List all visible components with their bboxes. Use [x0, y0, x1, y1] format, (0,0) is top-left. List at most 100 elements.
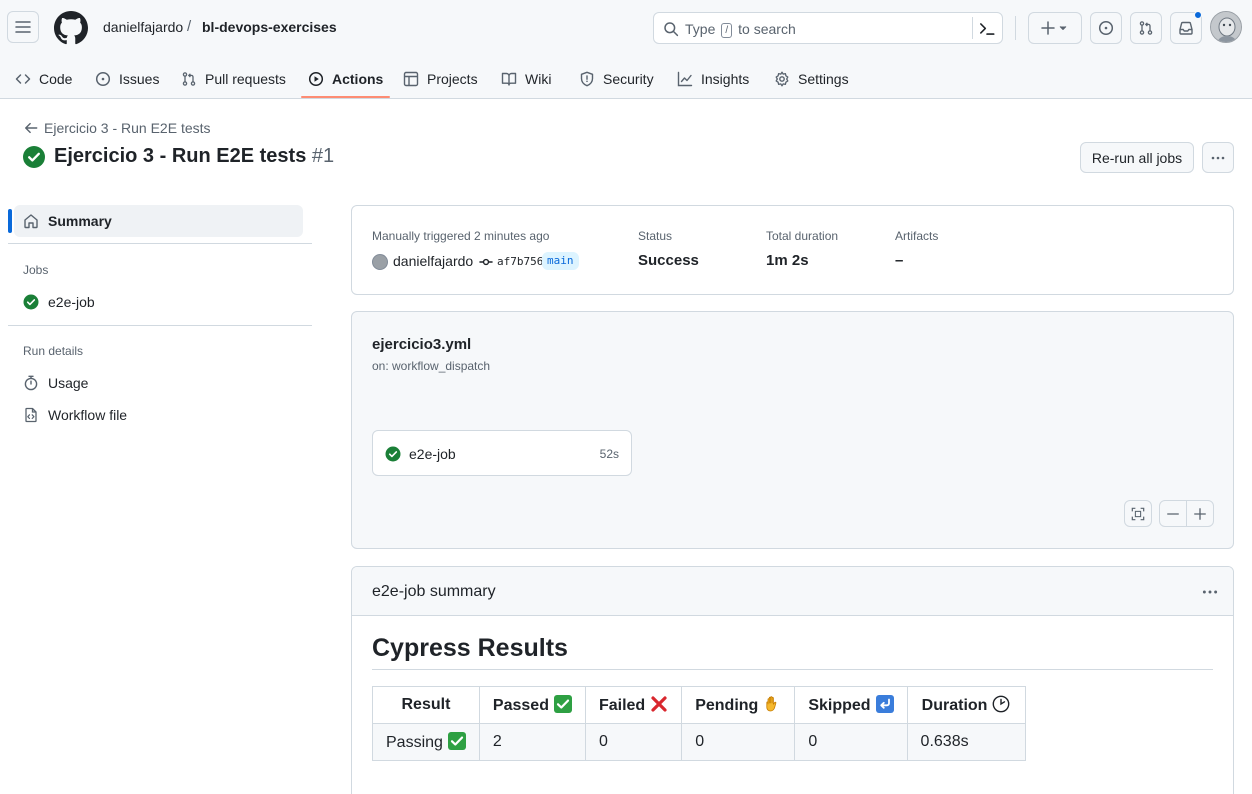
- check-mark-emoji-icon: [447, 732, 466, 750]
- branch-badge[interactable]: main: [542, 252, 579, 270]
- avatar-image-icon: [1211, 12, 1241, 42]
- commit-sha-link[interactable]: af7b756: [497, 255, 543, 268]
- table-icon: [403, 71, 419, 86]
- search-input[interactable]: Type / to search: [653, 12, 1003, 44]
- jobs-heading: Jobs: [23, 263, 49, 277]
- check-circle-fill-icon: [23, 145, 45, 168]
- tab-actions[interactable]: Actions: [308, 58, 383, 99]
- git-pull-request-icon: [1139, 21, 1153, 35]
- zoom-controls: [1159, 500, 1214, 527]
- sidebar-item-label: e2e-job: [48, 294, 95, 310]
- zoom-out-button[interactable]: [1160, 501, 1187, 526]
- return-arrow-emoji-icon: [875, 695, 894, 713]
- shield-icon: [580, 71, 594, 86]
- home-icon: [24, 214, 38, 229]
- inbox-icon: [1179, 21, 1193, 35]
- kebab-horizontal-icon: [1211, 156, 1225, 159]
- failed-cell: 0: [584, 723, 683, 761]
- repo-name-link[interactable]: bl-devops-exercises: [202, 19, 337, 35]
- column-header: Passed: [478, 686, 586, 724]
- tab-insights[interactable]: Insights: [677, 58, 749, 99]
- duration-label: Total duration: [766, 229, 839, 243]
- sidebar-item-workflow-file[interactable]: Workflow file: [14, 399, 303, 431]
- slash-key-hint: /: [721, 23, 733, 38]
- table-row: Passing 2 0 0 0 0.638s: [372, 723, 1026, 761]
- fullscreen-button[interactable]: [1124, 500, 1152, 527]
- repo-owner-link[interactable]: danielfajardo: [103, 19, 183, 35]
- column-header: Failed: [584, 686, 683, 724]
- page-title: Ejercicio 3 - Run E2E tests #1: [23, 145, 334, 168]
- gear-icon: [775, 71, 789, 86]
- tab-wiki[interactable]: Wiki: [501, 58, 551, 99]
- tab-code[interactable]: Code: [15, 58, 72, 99]
- job-card-e2e-job[interactable]: e2e-job 52s: [372, 430, 632, 476]
- book-icon: [501, 72, 517, 86]
- run-title: Ejercicio 3 - Run E2E tests #1: [54, 145, 335, 167]
- cypress-results-heading: Cypress Results: [372, 634, 568, 662]
- screen-full-icon: [1131, 507, 1145, 520]
- clock-emoji-icon: [992, 695, 1010, 713]
- tab-label: Code: [39, 70, 73, 87]
- tab-settings[interactable]: Settings: [774, 58, 849, 99]
- issue-icon: [1098, 20, 1114, 36]
- github-logo-icon[interactable]: [54, 11, 88, 45]
- header-separator: [1015, 16, 1016, 40]
- column-header: Duration: [906, 686, 1026, 724]
- sidebar-item-summary[interactable]: Summary: [14, 205, 303, 237]
- results-table: Result Passed Failed Pending Skipped Dur…: [372, 686, 1026, 761]
- sidebar-divider: [8, 325, 312, 326]
- command-palette-icon[interactable]: [978, 20, 996, 38]
- actor-link[interactable]: danielfajardo: [393, 253, 473, 269]
- tab-projects[interactable]: Projects: [403, 58, 478, 99]
- back-to-workflow-link[interactable]: Ejercicio 3 - Run E2E tests: [24, 120, 211, 136]
- job-summary-panel: e2e-job summary Cypress Results Result P…: [351, 566, 1234, 794]
- create-new-button[interactable]: [1028, 12, 1082, 44]
- sidebar-item-label: Workflow file: [48, 407, 128, 423]
- graph-icon: [677, 71, 693, 86]
- raised-hand-emoji-icon: [763, 695, 781, 713]
- pull-requests-button[interactable]: [1130, 12, 1162, 44]
- sidebar-item-label: Summary: [48, 213, 112, 229]
- back-link-label: Ejercicio 3 - Run E2E tests: [44, 120, 211, 136]
- user-avatar[interactable]: [1210, 11, 1242, 43]
- pending-cell: 0: [681, 723, 796, 761]
- workflow-file-name: ejercicio3.yml: [372, 336, 472, 353]
- rerun-all-jobs-button[interactable]: Re-run all jobs: [1080, 142, 1194, 173]
- notification-dot: [1194, 11, 1202, 19]
- status-value: Success: [638, 252, 699, 269]
- global-header: danielfajardo / bl-devops-exercises Type…: [0, 0, 1252, 99]
- skipped-cell: 0: [794, 723, 908, 761]
- workflow-graph-panel: ejercicio3.yml on: workflow_dispatch e2e…: [351, 311, 1234, 549]
- more-options-button[interactable]: [1202, 142, 1234, 173]
- tab-label: Security: [603, 70, 654, 87]
- search-placeholder: Type / to search: [685, 21, 796, 38]
- active-tab-indicator: [301, 96, 390, 98]
- duration-cell: 0.638s: [906, 723, 1026, 761]
- tab-pull-requests[interactable]: Pull requests: [181, 58, 286, 99]
- git-pull-request-icon: [182, 71, 196, 86]
- cross-mark-emoji-icon: [650, 695, 668, 713]
- trigger-label: Manually triggered 2 minutes ago: [372, 229, 550, 243]
- repo-tabs: Code Issues Pull requests Actions Projec…: [0, 58, 1252, 99]
- file-code-icon: [25, 407, 37, 423]
- issues-button[interactable]: [1090, 12, 1122, 44]
- sidebar-item-usage[interactable]: Usage: [14, 367, 303, 399]
- artifacts-value: –: [895, 252, 904, 269]
- kebab-horizontal-icon[interactable]: [1201, 583, 1219, 601]
- tab-label: Wiki: [525, 70, 552, 87]
- tab-security[interactable]: Security: [579, 58, 654, 99]
- duration-value: 1m 2s: [766, 252, 809, 269]
- zoom-in-button[interactable]: [1187, 501, 1213, 526]
- issue-opened-icon: [95, 71, 111, 86]
- sidebar-item-e2e-job[interactable]: e2e-job: [14, 286, 303, 318]
- tab-label: Actions: [332, 70, 384, 87]
- column-header: Pending: [681, 686, 796, 724]
- table-header-row: Result Passed Failed Pending Skipped Dur…: [372, 686, 1026, 724]
- tab-issues[interactable]: Issues: [95, 58, 159, 99]
- play-icon: [308, 71, 324, 86]
- plus-dropdown-icon: [1041, 21, 1067, 35]
- result-cell: Passing: [372, 723, 480, 761]
- sidebar-item-label: Usage: [48, 375, 89, 391]
- tab-label: Insights: [701, 70, 750, 87]
- menu-button[interactable]: [7, 11, 39, 43]
